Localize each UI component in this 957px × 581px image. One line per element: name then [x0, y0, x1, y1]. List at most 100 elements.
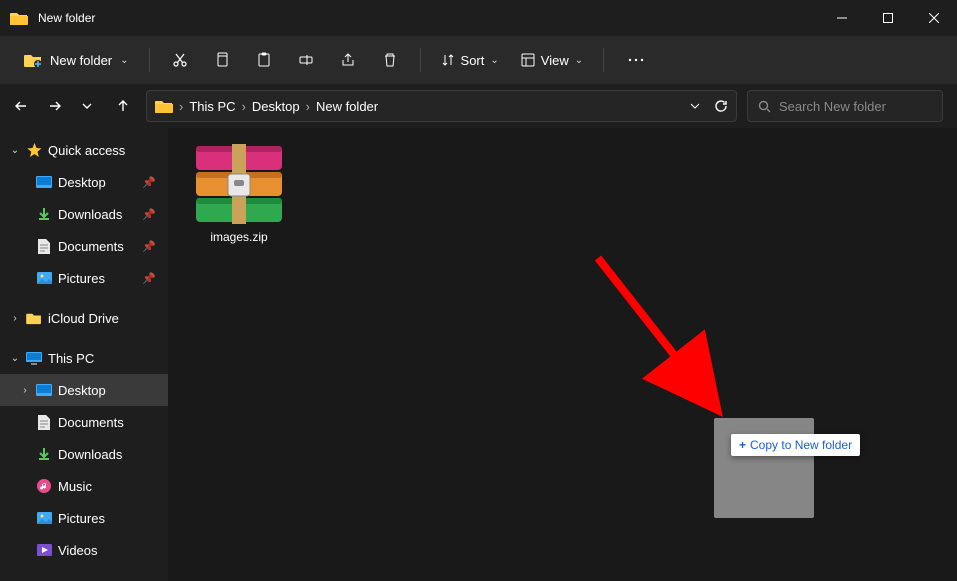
sidebar-item-pictures[interactable]: Pictures 📌 — [0, 262, 168, 294]
pin-icon: 📌 — [142, 240, 156, 253]
sidebar-item-documents[interactable]: Documents — [0, 406, 168, 438]
sidebar-item-downloads[interactable]: Downloads 📌 — [0, 198, 168, 230]
document-icon — [36, 238, 52, 254]
sidebar-item-label: Desktop — [58, 383, 160, 398]
breadcrumb-root[interactable]: This PC — [189, 99, 235, 114]
recent-button[interactable] — [82, 102, 102, 110]
drag-tooltip-text: Copy to New folder — [750, 438, 852, 452]
sidebar-item-label: This PC — [48, 351, 160, 366]
sidebar-item-label: Downloads — [58, 447, 160, 462]
download-icon — [36, 446, 52, 462]
close-button[interactable] — [911, 0, 957, 36]
breadcrumb-leaf[interactable]: New folder — [316, 99, 378, 114]
more-button[interactable] — [616, 44, 656, 76]
chevron-down-icon: ⌄ — [10, 145, 20, 156]
sidebar-item-label: Music — [58, 479, 160, 494]
sidebar-this-pc[interactable]: ⌄ This PC — [0, 342, 168, 374]
sidebar-item-label: iCloud Drive — [48, 311, 160, 326]
view-icon — [521, 53, 535, 67]
new-folder-label: New folder — [50, 53, 112, 68]
search-input[interactable]: Search New folder — [747, 90, 943, 122]
chevron-right-icon: › — [20, 385, 30, 396]
search-icon — [758, 100, 771, 113]
back-button[interactable] — [14, 99, 34, 113]
cut-button[interactable] — [162, 44, 198, 76]
main: ⌄ Quick access Desktop 📌 Downloads 📌 Doc… — [0, 128, 957, 581]
content-area[interactable]: images.zip + Copy to New folder — [168, 128, 957, 581]
star-icon — [26, 142, 42, 158]
copy-button[interactable] — [204, 44, 240, 76]
chevron-down-icon: ⌄ — [490, 55, 498, 66]
download-icon — [36, 206, 52, 222]
arrow-annotation — [578, 248, 738, 428]
view-label: View — [541, 53, 569, 68]
pc-icon — [26, 350, 42, 366]
sidebar-item-label: Quick access — [48, 143, 160, 158]
chevron-down-icon: ⌄ — [120, 55, 128, 66]
breadcrumb-mid[interactable]: Desktop — [252, 99, 300, 114]
sidebar-item-desktop[interactable]: Desktop 📌 — [0, 166, 168, 198]
drag-tooltip: + Copy to New folder — [731, 434, 860, 456]
plus-icon: + — [739, 438, 746, 452]
sidebar-item-videos[interactable]: Videos — [0, 534, 168, 566]
window-title: New folder — [38, 11, 819, 25]
sidebar-item-documents[interactable]: Documents 📌 — [0, 230, 168, 262]
sort-icon — [441, 53, 455, 67]
pictures-icon — [36, 270, 52, 286]
file-item[interactable]: images.zip — [184, 144, 294, 244]
sidebar-quick-access[interactable]: ⌄ Quick access — [0, 134, 168, 166]
document-icon — [36, 414, 52, 430]
folder-icon — [155, 99, 173, 114]
pin-icon: 📌 — [142, 176, 156, 189]
up-button[interactable] — [116, 99, 136, 113]
folder-icon — [10, 11, 28, 26]
sort-label: Sort — [461, 53, 485, 68]
chevron-right-icon: › — [242, 99, 246, 114]
refresh-button[interactable] — [714, 99, 728, 113]
address-dropdown[interactable] — [690, 102, 700, 110]
sidebar-item-label: Downloads — [58, 207, 136, 222]
sidebar-item-pictures[interactable]: Pictures — [0, 502, 168, 534]
paste-button[interactable] — [246, 44, 282, 76]
sidebar-item-label: Pictures — [58, 511, 160, 526]
sidebar-item-downloads[interactable]: Downloads — [0, 438, 168, 470]
sidebar-item-label: Desktop — [58, 175, 136, 190]
sidebar-icloud[interactable]: › iCloud Drive — [0, 302, 168, 334]
file-name: images.zip — [210, 230, 267, 244]
minimize-button[interactable] — [819, 0, 865, 36]
chevron-right-icon: › — [179, 99, 183, 114]
rename-button[interactable] — [288, 44, 324, 76]
chevron-right-icon: › — [10, 313, 20, 324]
forward-button[interactable] — [48, 99, 68, 113]
chevron-right-icon: › — [306, 99, 310, 114]
sidebar-item-label: Pictures — [58, 271, 136, 286]
sidebar-item-label: Videos — [58, 543, 160, 558]
archive-icon — [194, 144, 284, 224]
sort-button[interactable]: Sort ⌄ — [433, 44, 507, 76]
sidebar-item-label: Documents — [58, 239, 136, 254]
view-button[interactable]: View ⌄ — [513, 44, 591, 76]
desktop-icon — [36, 174, 52, 190]
chevron-down-icon: ⌄ — [575, 55, 583, 66]
sidebar: ⌄ Quick access Desktop 📌 Downloads 📌 Doc… — [0, 128, 168, 581]
videos-icon — [36, 542, 52, 558]
toolbar: New folder ⌄ Sort ⌄ View ⌄ — [0, 36, 957, 84]
folder-icon — [26, 310, 42, 326]
titlebar: New folder — [0, 0, 957, 36]
pin-icon: 📌 — [142, 208, 156, 221]
delete-button[interactable] — [372, 44, 408, 76]
chevron-down-icon: ⌄ — [10, 353, 20, 364]
search-placeholder: Search New folder — [779, 99, 886, 114]
separator — [603, 48, 604, 72]
new-folder-icon — [24, 53, 42, 68]
share-button[interactable] — [330, 44, 366, 76]
sidebar-item-desktop[interactable]: › Desktop — [0, 374, 168, 406]
sidebar-item-music[interactable]: Music — [0, 470, 168, 502]
sidebar-item-label: Documents — [58, 415, 160, 430]
address-bar[interactable]: › This PC › Desktop › New folder — [146, 90, 737, 122]
new-folder-button[interactable]: New folder ⌄ — [16, 44, 137, 76]
drag-ghost — [714, 418, 814, 518]
pin-icon: 📌 — [142, 272, 156, 285]
separator — [149, 48, 150, 72]
maximize-button[interactable] — [865, 0, 911, 36]
